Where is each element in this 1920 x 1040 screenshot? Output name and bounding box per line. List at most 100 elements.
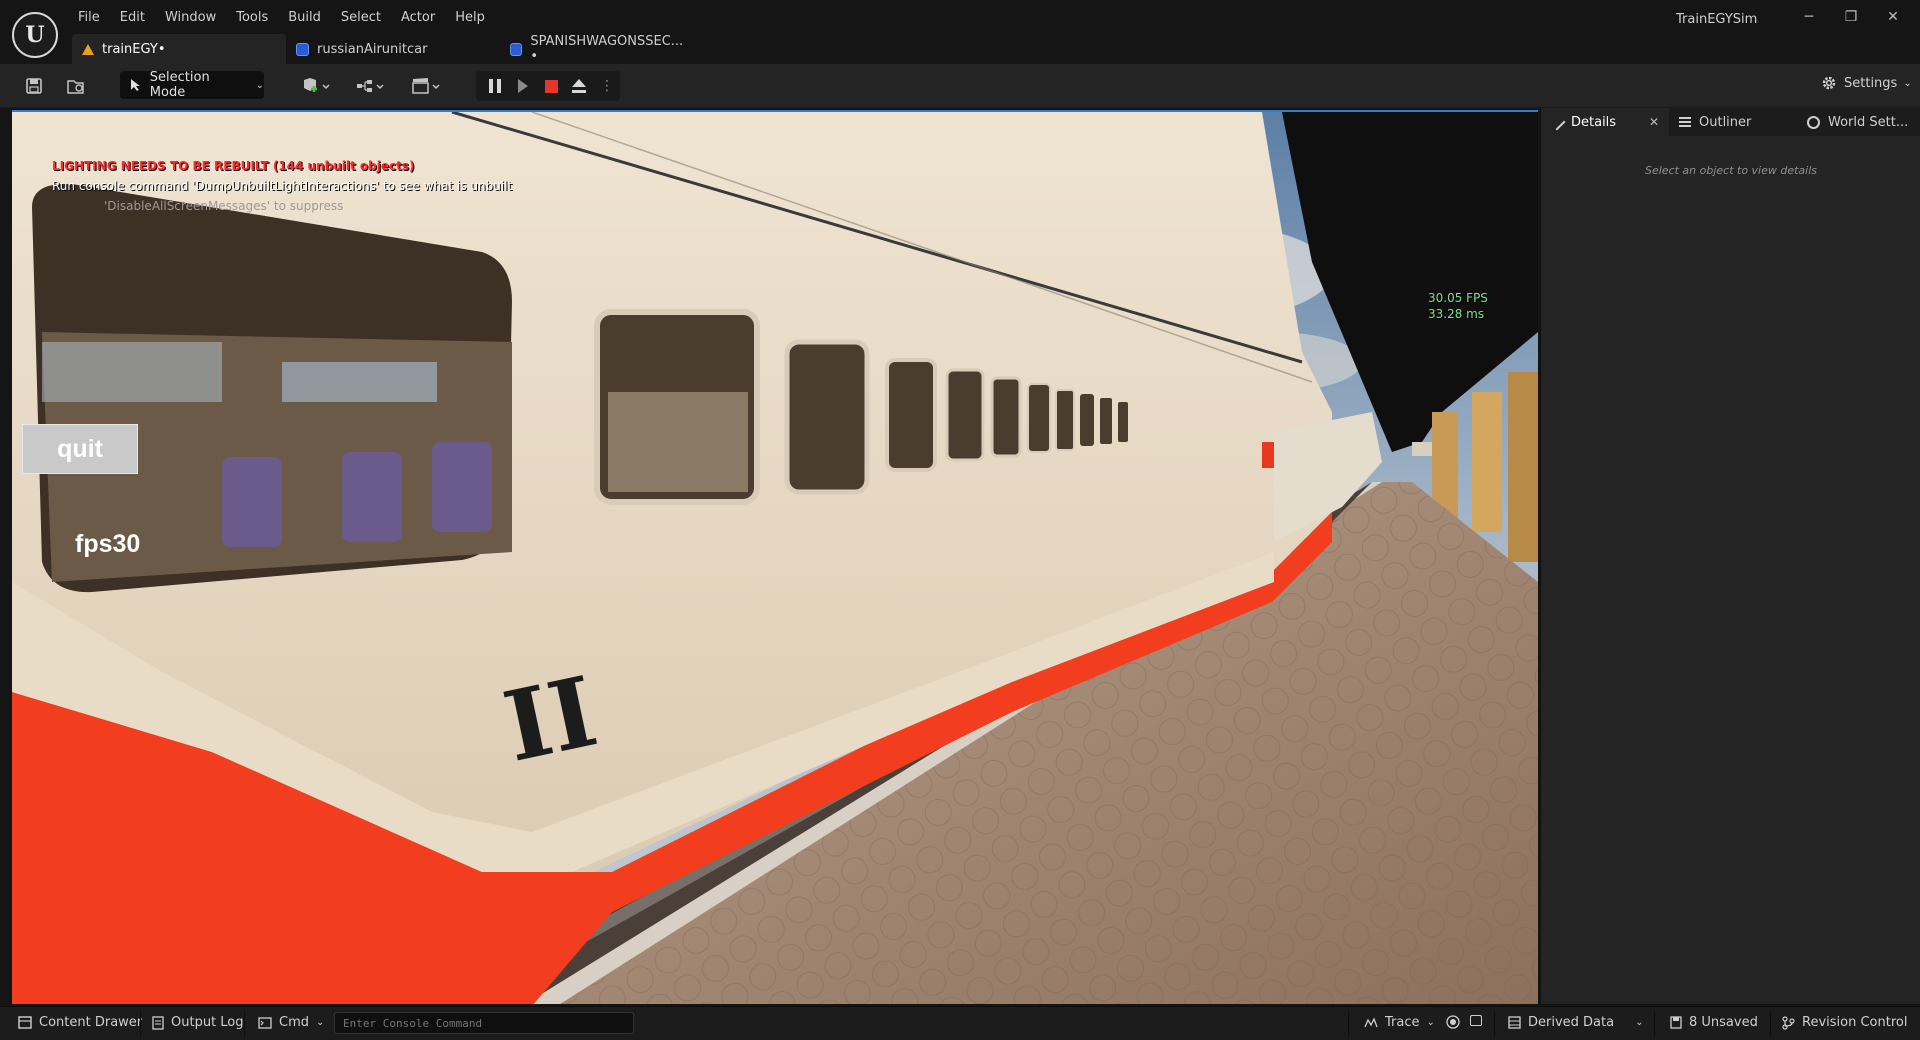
level-viewport[interactable]: II LIGHTING NEEDS TO BE REBUILT (144 unb… [12,110,1538,1004]
globe-icon [1807,115,1820,129]
level-icon [82,43,94,55]
suppress-hint: 'DisableAllScreenMessages' to suppress [104,199,344,213]
tab-outliner[interactable]: Outliner [1669,108,1797,136]
tab-label: Details [1571,114,1617,130]
screen-messages: LIGHTING NEEDS TO BE REBUILT (144 unbuil… [52,156,512,216]
tab-label: russianAirunitcar [317,41,428,57]
gear-icon [1822,76,1836,90]
blueprint-icon [510,42,523,56]
chevron-down-icon: ⌄ [1903,77,1912,89]
revision-control-button[interactable]: Revision Control [1782,1015,1907,1030]
console-hint: Run console command 'DumpUnbuiltLightInt… [52,179,513,193]
title-bar: U File Edit Window Tools Build Select Ac… [0,0,1920,64]
output-log-label: Output Log [171,1015,244,1030]
save-icon[interactable] [22,74,46,98]
settings-button[interactable]: Settings ⌄ [1820,74,1912,92]
details-panel: Details ✕ Outliner World Sett... Select … [1540,108,1920,1004]
close-window-button[interactable]: ✕ [1872,6,1914,28]
settings-label: Settings [1844,75,1898,91]
divider [140,1011,141,1037]
window-controls: ─ ❐ ✕ [1788,6,1914,28]
tab-world-settings[interactable]: World Sett... [1797,108,1918,136]
fps-widget-label: fps30 [75,530,141,558]
add-actor-icon[interactable] [296,74,336,98]
tab-spanishwagons[interactable]: SPANISHWAGONSSEC... • [500,34,700,64]
terminal-icon [258,1016,272,1029]
record-icon[interactable] [1446,1015,1460,1029]
blueprint-menu-icon[interactable] [350,74,390,98]
tab-label: trainEGY• [102,41,166,57]
trace-dropdown[interactable]: Trace ⌄ [1364,1015,1435,1030]
unsaved-button[interactable]: 8 Unsaved [1670,1015,1758,1030]
fps-stats: 30.05 FPS 33.28 ms [1428,290,1488,322]
close-icon[interactable]: ✕ [1649,115,1659,129]
chevron-down-icon: ⌄ [1635,1017,1644,1028]
output-log-button[interactable]: Output Log [152,1015,244,1030]
tab-label: Outliner [1699,114,1752,130]
tab-trainegy[interactable]: trainEGY• [72,34,286,64]
content-drawer-button[interactable]: Content Drawer [18,1015,142,1030]
play-controls: ⋮ [476,71,620,101]
derived-data-label: Derived Data [1528,1015,1615,1030]
blueprint-icon [296,42,309,56]
cmd-dropdown[interactable]: Cmd ⌄ [258,1015,324,1030]
menu-actor[interactable]: Actor [391,8,445,30]
fps-value: 30.05 FPS [1428,291,1488,305]
lighting-warning: LIGHTING NEEDS TO BE REBUILT (144 unbuil… [52,159,415,173]
tab-russianairunitcar[interactable]: russianAirunitcar [286,34,500,64]
browse-content-icon[interactable] [64,74,88,98]
tab-label: World Sett... [1828,114,1909,130]
content-drawer-label: Content Drawer [39,1015,143,1030]
content-drawer-icon [18,1016,32,1029]
menu-file[interactable]: File [68,8,110,30]
step-frame-button[interactable] [510,73,536,99]
output-log-icon [152,1015,164,1030]
step-icon [518,79,528,93]
tab-label: SPANISHWAGONSSEC... • [530,34,684,64]
main-toolbar: Selection Mode ⌄ ⋮ Settings ⌄ [0,64,1920,108]
pencil-icon [1548,113,1566,131]
trace-icon [1364,1016,1378,1027]
menu-build[interactable]: Build [278,8,331,30]
derived-data-icon [1508,1016,1521,1029]
chevron-down-icon: ⌄ [316,1017,325,1028]
cinematics-icon[interactable] [406,74,446,98]
stop-button[interactable] [538,73,564,99]
restore-button[interactable]: ❐ [1830,6,1872,28]
menu-edit[interactable]: Edit [110,8,155,30]
tab-details[interactable]: Details ✕ [1541,108,1669,136]
divider [1770,1011,1771,1037]
selection-mode-dropdown[interactable]: Selection Mode ⌄ [120,70,264,100]
menu-help[interactable]: Help [445,8,495,30]
derived-data-dropdown[interactable]: Derived Data ⌄ [1508,1015,1643,1030]
pause-button[interactable] [482,73,508,99]
divider [1348,1011,1349,1037]
pause-icon [489,79,501,93]
menu-tools[interactable]: Tools [226,8,278,30]
quit-button[interactable]: quit [22,424,138,474]
branch-icon [1782,1015,1795,1030]
list-icon [1679,117,1691,127]
stop-icon [544,79,558,93]
menu-bar: File Edit Window Tools Build Select Acto… [68,8,495,30]
empty-details-message: Select an object to view details [1644,164,1818,177]
menu-window[interactable]: Window [155,8,226,30]
divider [1654,1011,1655,1037]
revision-control-label: Revision Control [1802,1015,1908,1030]
eject-icon [572,79,586,93]
chevron-down-icon: ⌄ [255,79,264,91]
divider [1494,1011,1495,1037]
menu-select[interactable]: Select [331,8,391,30]
unreal-logo-icon[interactable]: U [12,12,58,58]
eject-button[interactable] [566,73,592,99]
divider [244,1011,245,1037]
unsaved-label: 8 Unsaved [1689,1015,1758,1030]
screenshot-icon[interactable] [1470,1015,1482,1026]
unsaved-icon [1670,1016,1682,1029]
minimize-button[interactable]: ─ [1788,6,1830,28]
more-options-icon[interactable]: ⋮ [594,73,620,99]
app-title: TrainEGYSim [1676,12,1758,27]
console-command-input[interactable] [334,1012,634,1034]
selection-mode-label: Selection Mode [149,70,210,100]
panel-tabs: Details ✕ Outliner World Sett... [1541,108,1920,136]
